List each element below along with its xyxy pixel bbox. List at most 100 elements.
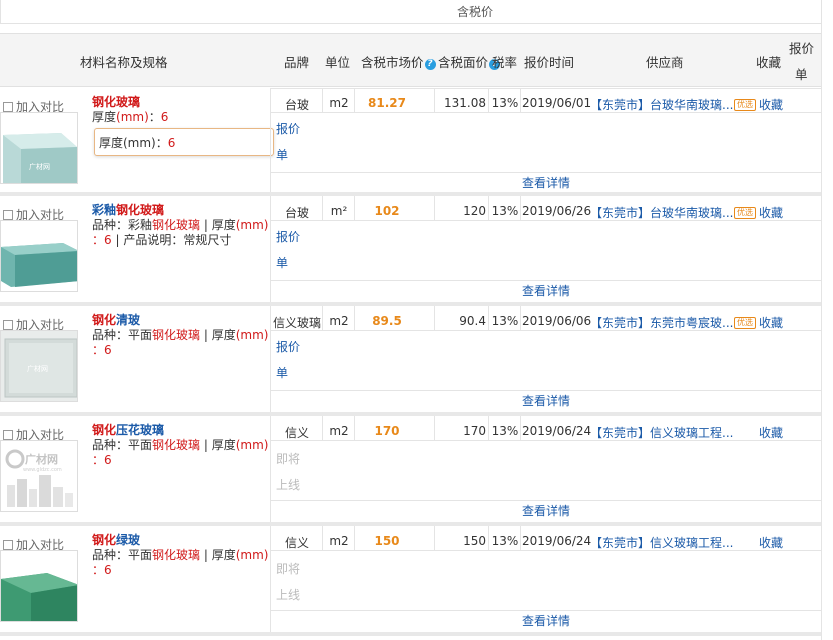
help-icon[interactable]: ? xyxy=(424,59,436,70)
divider xyxy=(354,306,355,330)
supplier-link[interactable]: 【东莞市】台玻华南玻璃... xyxy=(590,204,740,221)
product-name-part: 钢化 xyxy=(92,533,117,547)
market-price-cell: 170 xyxy=(374,424,400,438)
supplier-link[interactable]: 【东莞市】信义玻璃工程... xyxy=(590,424,740,441)
product-name-part: 钢化 xyxy=(92,313,117,327)
spec-part: 品种：平面 xyxy=(92,438,153,452)
quote-link-2[interactable]: 单 xyxy=(276,254,288,271)
tax-price-cell: 170 xyxy=(463,424,486,438)
supplier-link[interactable]: 【东莞市】东莞市粤宸玻... xyxy=(590,314,740,331)
product-spec: 品种：平面钢化玻璃 | 厚度(mm) ：6 xyxy=(92,548,269,577)
quote-link[interactable]: 报价 xyxy=(276,120,300,137)
product-name-link[interactable]: 钢化压花玻璃 xyxy=(92,423,270,438)
divider xyxy=(322,526,323,550)
divider xyxy=(270,172,822,173)
view-details-link[interactable]: 查看详情 xyxy=(270,174,822,191)
divider xyxy=(270,390,822,391)
quote-link-2[interactable]: 单 xyxy=(276,146,288,163)
watermark-text: 广材网 xyxy=(25,452,58,466)
tax-price-cell: 150 xyxy=(463,534,486,548)
view-details-link[interactable]: 查看详情 xyxy=(270,502,822,519)
product-thumbnail[interactable] xyxy=(0,550,78,622)
spec-tooltip: 厚度(mm)：6 xyxy=(94,128,274,156)
watermark-text: 广材网 xyxy=(29,162,50,171)
divider xyxy=(520,88,521,112)
product-name-link[interactable]: 彩釉钢化玻璃 xyxy=(92,203,270,218)
checkbox-icon[interactable] xyxy=(3,210,13,220)
divider xyxy=(488,196,489,220)
quote-link[interactable]: 报价 xyxy=(276,338,300,355)
header-tax-price[interactable]: 含税面价? xyxy=(438,52,501,71)
divider xyxy=(488,306,489,330)
divider xyxy=(488,416,489,440)
unit-cell: m2 xyxy=(329,96,349,110)
divider xyxy=(354,88,355,112)
spec-part: 钢化玻璃 xyxy=(152,328,201,342)
table-row: 加入对比 彩釉钢化玻璃 品种：彩釉钢化玻璃 | 厚度(mm) ：6 | 产品说明：… xyxy=(0,196,822,302)
quote-link-2[interactable]: 单 xyxy=(276,364,288,381)
coming-soon-label: 即将 xyxy=(276,452,301,466)
divider xyxy=(270,500,822,501)
glass-image: 广材网 xyxy=(1,113,77,183)
supplier-link[interactable]: 【东莞市】台玻华南玻璃... xyxy=(590,96,740,113)
favorite-button[interactable]: 收藏 xyxy=(759,204,783,221)
product-name-part: 绿玻 xyxy=(116,533,141,547)
divider xyxy=(354,416,355,440)
view-details-link[interactable]: 查看详情 xyxy=(270,392,822,409)
supplier-name: 台玻华南玻璃... xyxy=(650,206,734,220)
divider xyxy=(322,196,323,220)
header-market-price[interactable]: 含税市场价? xyxy=(361,52,436,71)
checkbox-icon[interactable] xyxy=(3,430,13,440)
favorite-button[interactable]: 收藏 xyxy=(759,534,783,551)
checkbox-icon[interactable] xyxy=(3,102,13,112)
header-unit: 单位 xyxy=(325,55,351,70)
placeholder-logo-image: 广材网 www.gldzc.com xyxy=(1,441,77,511)
divider xyxy=(488,526,489,550)
quote-link[interactable]: 报价 xyxy=(276,228,300,245)
product-spec: 品种：平面钢化玻璃 | 厚度(mm) ：6 xyxy=(92,438,269,467)
market-price-cell: 81.27 xyxy=(368,96,406,110)
watermark-subtext: www.gldzc.com xyxy=(23,467,62,473)
table-row: 加入对比 广材网 钢化清玻 品种：平面钢化玻璃 | 厚度(mm) ：6 信义玻璃 … xyxy=(0,306,822,412)
table-header: 材料名称及规格 品牌 单位 含税市场价? 含税面价? 税率 报价时间 供应商 收… xyxy=(0,33,822,87)
product-spec: 厚度(mm)：6 xyxy=(92,110,169,124)
favorite-button[interactable]: 收藏 xyxy=(759,314,783,331)
product-thumbnail[interactable] xyxy=(0,220,78,292)
product-spec: 品种：彩釉钢化玻璃 | 厚度(mm) ：6 | 产品说明：常规尺寸 xyxy=(92,218,269,247)
product-name-link[interactable]: 钢化清玻 xyxy=(92,313,270,328)
product-thumbnail[interactable]: 广材网 www.gldzc.com xyxy=(0,440,78,512)
divider xyxy=(270,440,822,441)
product-spec: 品种：平面钢化玻璃 | 厚度(mm) ：6 xyxy=(92,328,269,357)
product-thumbnail[interactable]: 广材网 xyxy=(0,330,78,402)
header-tax-price-label: 含税面价 xyxy=(438,55,489,70)
unit-cell: m² xyxy=(330,204,348,218)
header-name-spec: 材料名称及规格 xyxy=(80,55,168,70)
product-name-part: 钢化玻璃 xyxy=(92,95,141,109)
unit-cell: m2 xyxy=(329,314,349,328)
view-details-link[interactable]: 查看详情 xyxy=(270,612,822,629)
favorite-button[interactable]: 收藏 xyxy=(759,96,783,113)
market-price-cell: 150 xyxy=(374,534,400,548)
checkbox-icon[interactable] xyxy=(3,540,13,550)
header-tax-rate: 税率 xyxy=(492,55,518,70)
favorite-button[interactable]: 收藏 xyxy=(759,424,783,441)
supplier-link[interactable]: 【东莞市】信义玻璃工程... xyxy=(590,534,740,551)
header-quote-time: 报价时间 xyxy=(524,55,575,70)
checkbox-icon[interactable] xyxy=(3,320,13,330)
product-name-part: 清玻 xyxy=(116,313,141,327)
brand-cell: 台玻 xyxy=(284,206,309,220)
view-details-link[interactable]: 查看详情 xyxy=(270,282,822,299)
divider xyxy=(434,306,435,330)
product-name-link[interactable]: 钢化玻璃 xyxy=(92,95,270,110)
product-name-link[interactable]: 钢化绿玻 xyxy=(92,533,270,548)
header-quote-sheet-1: 报价 xyxy=(789,41,815,56)
unit-cell: m2 xyxy=(329,424,349,438)
coming-soon-label-2: 上线 xyxy=(276,588,301,602)
product-thumbnail[interactable]: 广材网 xyxy=(0,112,78,184)
market-price-cell: 89.5 xyxy=(372,314,402,328)
divider xyxy=(270,330,822,331)
header-quote-sheet-2: 单 xyxy=(795,67,808,82)
divider xyxy=(520,196,521,220)
product-name-part: 钢化玻璃 xyxy=(116,203,165,217)
divider xyxy=(520,306,521,330)
